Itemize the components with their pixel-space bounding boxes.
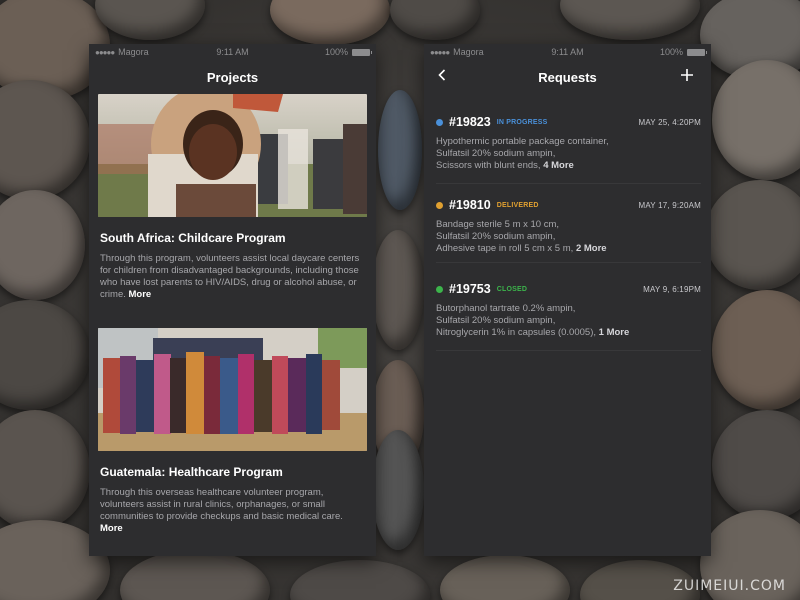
request-items-text: Butorphanol tartrate 0.2% ampin, Sulfats… [436,303,630,338]
page-title: Requests [538,69,597,85]
request-id: #19810 [449,198,491,212]
battery-icon [687,48,707,56]
projects-screen: ●●●●● Magora 9:11 AM 100% Projects South… [89,44,376,556]
more-link[interactable]: 2 More [576,243,607,254]
project-description: Through this overseas healthcare volunte… [100,487,343,534]
request-item[interactable]: #19823 IN PROGRESS MAY 25, 4:20PM Hypoth… [436,114,701,184]
status-bar: ●●●●● Magora 9:11 AM 100% [424,44,711,60]
status-dot [436,118,443,126]
status-badge: IN PROGRESS [496,118,548,126]
request-items-text: Hypothermic portable package container, … [436,136,609,171]
request-id: #19753 [449,282,491,296]
request-items-text: Bandage sterile 5 m x 10 cm, Sulfatsil 2… [436,219,607,254]
battery-icon [352,48,372,56]
page-title: Projects [206,69,259,85]
project-photo [98,94,367,217]
project-card[interactable]: South Africa: Childcare Program Through … [98,94,367,301]
project-title: Guatemala: Healthcare Program [100,465,283,479]
status-dot [436,285,443,293]
signal-icon: ●●●●● [95,47,115,57]
nav-bar: Requests [424,60,711,94]
project-title: South Africa: Childcare Program [100,231,286,245]
battery-percent: 100% [659,47,683,57]
request-item[interactable]: #19753 CLOSED MAY 9, 6:19PM Butorphanol … [436,281,701,351]
carrier-label: Magora [453,47,484,57]
status-badge: CLOSED [496,285,528,293]
project-photo [98,328,367,451]
request-date: MAY 9, 6:19PM [643,284,701,294]
status-dot [436,201,443,209]
add-icon[interactable] [681,65,693,85]
more-link[interactable]: 4 More [543,160,574,171]
request-id: #19823 [449,115,491,129]
status-bar: ●●●●● Magora 9:11 AM 100% [89,44,376,60]
request-date: MAY 17, 9:20AM [638,200,701,210]
project-card[interactable]: Guatemala: Healthcare Program Through th… [98,328,367,535]
carrier-label: Magora [118,47,149,57]
battery-percent: 100% [324,47,348,57]
more-link[interactable]: More [100,523,123,534]
request-item[interactable]: #19810 DELIVERED MAY 17, 9:20AM Bandage … [436,197,701,263]
project-description: Through this program, volunteers assist … [100,253,360,300]
signal-icon: ●●●●● [430,47,450,57]
nav-bar: Projects [89,60,376,94]
back-chevron-icon[interactable] [438,68,446,86]
status-badge: DELIVERED [496,201,539,209]
watermark: ZUIMEIUI.COM [673,578,786,594]
requests-screen: ●●●●● Magora 9:11 AM 100% Requests #1982… [424,44,711,556]
more-link[interactable]: 1 More [599,327,630,338]
more-link[interactable]: More [129,289,152,300]
request-date: MAY 25, 4:20PM [638,117,701,127]
